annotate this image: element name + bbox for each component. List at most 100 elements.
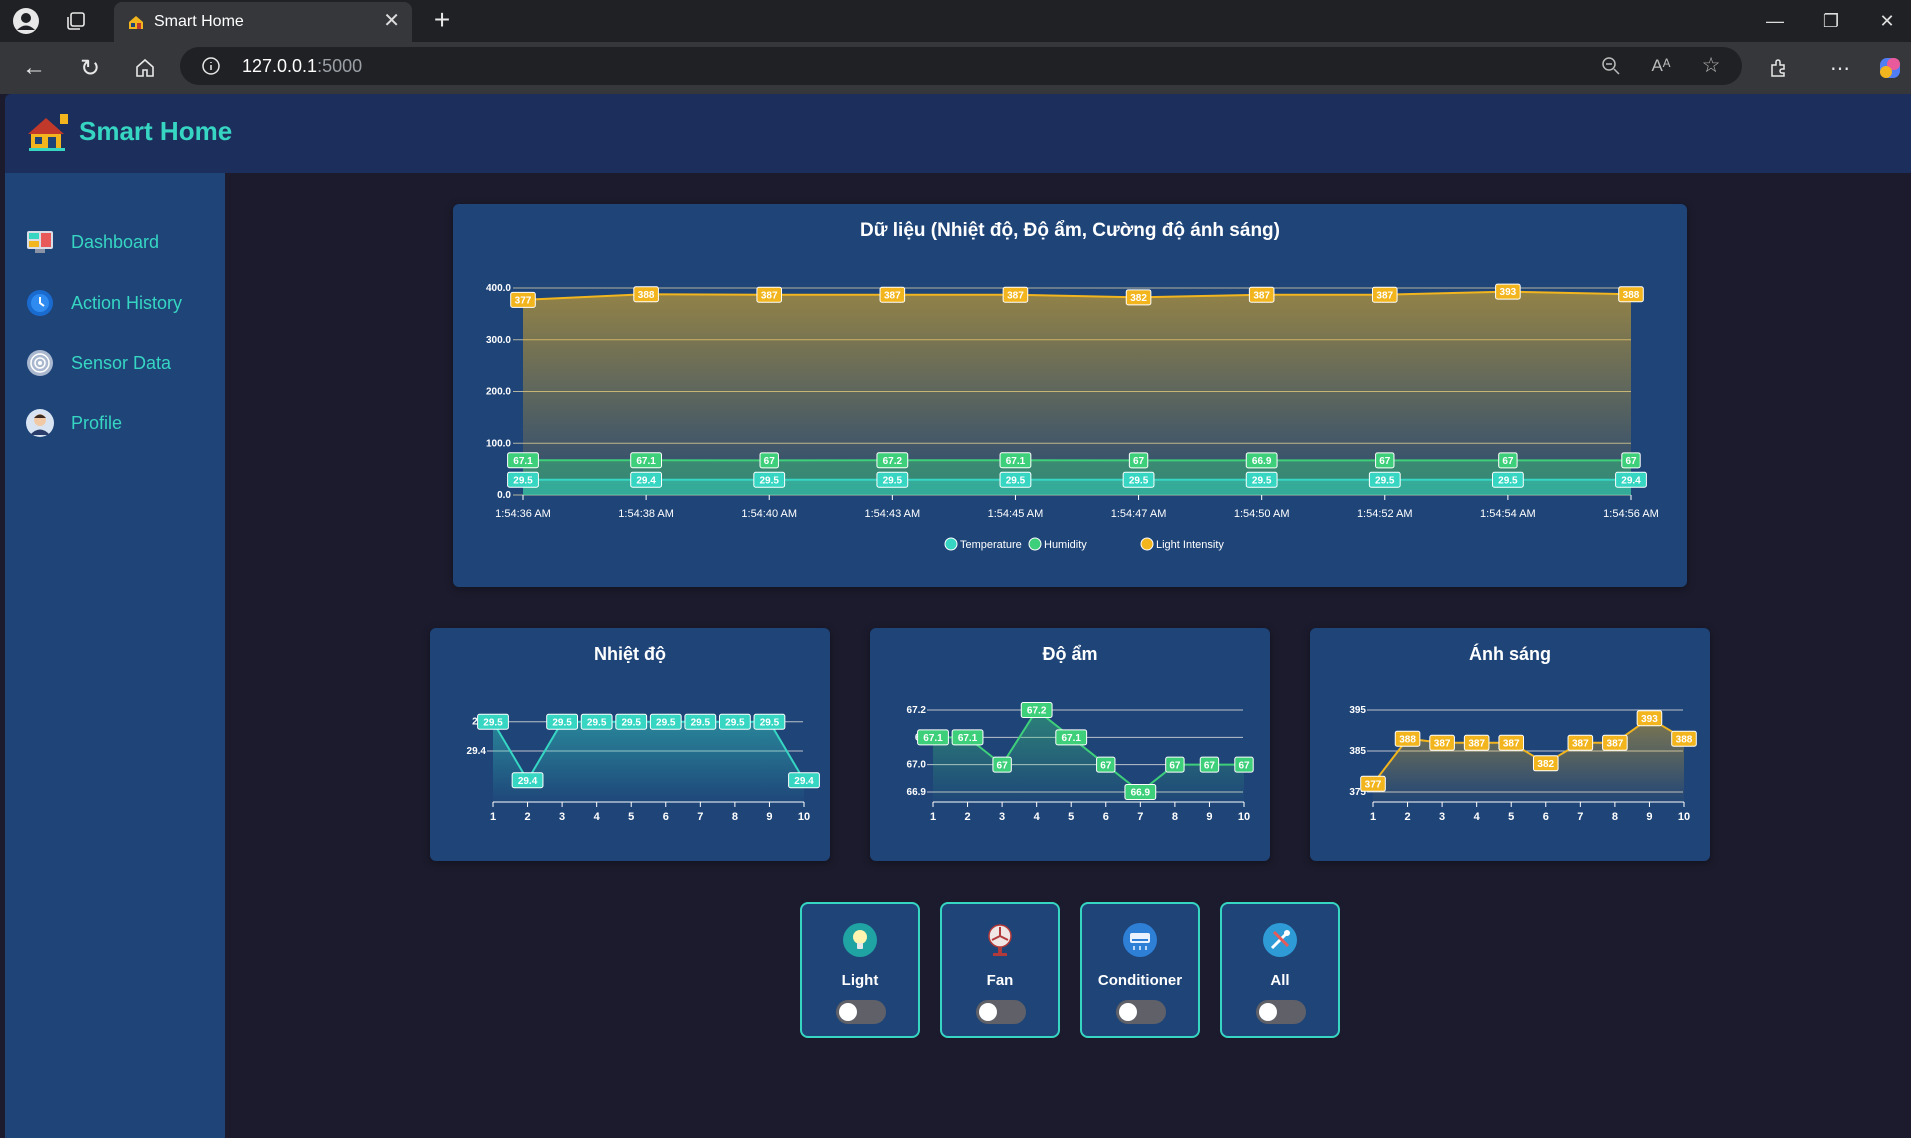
legend-marker: [1140, 537, 1154, 551]
combined-sensor-chart: 0.0 100.0 200.0 300.0 400.0 1:54:36 AM 1:54:38…: [486, 283, 1659, 551]
data-label: 67: [1238, 760, 1250, 771]
dashboard-icon: [25, 227, 55, 257]
x-tick-label: 5: [1068, 811, 1074, 823]
x-tick-label: 2: [524, 811, 530, 823]
device-label: Light: [841, 972, 879, 989]
home-icon[interactable]: [131, 54, 159, 82]
legend-label: Light Intensity: [1156, 539, 1224, 551]
data-label: 377: [1365, 779, 1382, 790]
browser-tab-bar: Smart Home ✕ + — ❐ ✕: [0, 0, 1911, 42]
browser-nav-bar: ← ↻ 127.0.0.1:5000 Aᴬ ☆ ⋯: [0, 42, 1911, 94]
legend-marker: [944, 537, 958, 551]
y-tick-label: 300.0: [486, 335, 511, 346]
sidebar-item-action-history[interactable]: Action History: [25, 286, 225, 320]
y-tick-label: 66.9: [907, 787, 927, 798]
x-tick-label: 3: [999, 811, 1005, 823]
data-label: 388: [1399, 734, 1416, 745]
data-label-2: 387: [1007, 290, 1024, 301]
data-label-0: 29.5: [1006, 475, 1026, 486]
restore-icon[interactable]: ❐: [1803, 0, 1859, 42]
data-label-2: 387: [1253, 290, 1270, 301]
y-tick-label: 395: [1349, 705, 1366, 716]
fan-toggle[interactable]: [976, 1000, 1026, 1024]
data-label: 67: [997, 760, 1009, 771]
all-toggle[interactable]: [1256, 1000, 1306, 1024]
conditioner-toggle[interactable]: [1116, 1000, 1166, 1024]
copilot-icon[interactable]: [1876, 54, 1904, 82]
device-card-all: All: [1220, 902, 1340, 1038]
sidebar-item-sensor-data[interactable]: Sensor Data: [25, 346, 225, 380]
zoom-out-icon[interactable]: [1600, 55, 1622, 77]
site-info-icon[interactable]: [200, 55, 222, 77]
x-tick-label: 6: [663, 811, 669, 823]
data-label-2: 388: [1623, 290, 1640, 301]
x-tick-label: 1:54:38 AM: [618, 508, 674, 520]
y-tick-label: 67.0: [907, 760, 927, 771]
data-label: 29.5: [656, 717, 676, 728]
device-label: All: [1270, 972, 1290, 989]
smart-home-logo-icon: [27, 112, 69, 154]
close-window-icon[interactable]: ✕: [1859, 0, 1911, 42]
data-label: 67: [1204, 760, 1216, 771]
data-label: 387: [1572, 738, 1589, 749]
data-label: 29.4: [518, 776, 538, 787]
data-label: 29.5: [621, 717, 641, 728]
x-tick-label: 9: [1206, 811, 1212, 823]
x-tick-label: 1:54:36 AM: [495, 508, 551, 520]
series-area: [493, 721, 804, 802]
series-area: [1373, 718, 1684, 802]
legend-marker: [1028, 537, 1042, 551]
data-label-1: 67.1: [1006, 456, 1026, 467]
data-label-1: 67: [764, 456, 776, 467]
air-conditioner-icon: [1122, 922, 1158, 958]
data-label-0: 29.5: [1498, 475, 1518, 486]
workspaces-icon[interactable]: [64, 9, 88, 33]
sidebar-item-label: Sensor Data: [71, 352, 172, 373]
data-label-2: 393: [1500, 287, 1517, 298]
sensor-icon: [25, 348, 55, 378]
reload-icon[interactable]: ↻: [76, 54, 104, 82]
data-label: 67: [1169, 760, 1181, 771]
x-tick-label: 1:54:54 AM: [1480, 508, 1536, 520]
y-tick-label: 0.0: [497, 490, 511, 501]
sidebar-item-profile[interactable]: Profile: [25, 406, 225, 440]
y-tick-label: 100.0: [486, 438, 511, 449]
data-label: 382: [1537, 759, 1554, 770]
minimize-icon[interactable]: —: [1747, 0, 1803, 42]
humidity-chart-card: Độ ẩm 66.967.06767.21234567891067.167.16…: [870, 628, 1270, 861]
data-label: 29.4: [794, 776, 814, 787]
x-tick-label: 4: [594, 811, 601, 823]
light-toggle[interactable]: [836, 1000, 886, 1024]
data-label: 388: [1676, 734, 1693, 745]
toggle-knob: [1259, 1003, 1277, 1021]
history-icon: [25, 288, 55, 318]
device-label: Fan: [986, 972, 1014, 989]
read-aloud-icon[interactable]: Aᴬ: [1650, 55, 1672, 77]
extensions-icon[interactable]: [1765, 54, 1793, 82]
x-tick-label: 4: [1474, 811, 1481, 823]
data-label-0: 29.5: [513, 475, 533, 486]
back-icon[interactable]: ←: [20, 54, 48, 82]
x-tick-label: 8: [732, 811, 738, 823]
data-label: 67: [1100, 760, 1112, 771]
favorite-icon[interactable]: ☆: [1700, 54, 1722, 77]
more-menu-icon[interactable]: ⋯: [1826, 54, 1854, 82]
x-tick-label: 5: [1508, 811, 1514, 823]
data-label: 387: [1434, 738, 1451, 749]
x-tick-label: 6: [1543, 811, 1549, 823]
toggle-knob: [979, 1003, 997, 1021]
sidebar-item-dashboard[interactable]: Dashboard: [25, 225, 225, 259]
device-label: Conditioner: [1097, 972, 1183, 989]
x-tick-label: 10: [1678, 811, 1690, 823]
x-tick-label: 4: [1034, 811, 1041, 823]
address-bar[interactable]: 127.0.0.1:5000 Aᴬ ☆: [180, 47, 1742, 85]
new-tab-button[interactable]: +: [428, 4, 456, 35]
x-tick-label: 1: [930, 811, 936, 823]
house-icon: [128, 14, 144, 30]
tab-close-icon[interactable]: ✕: [383, 10, 400, 32]
data-label: 387: [1503, 738, 1520, 749]
x-tick-label: 7: [697, 811, 703, 823]
browser-tab[interactable]: Smart Home ✕: [114, 2, 412, 42]
browser-profile-icon[interactable]: [12, 7, 40, 35]
x-tick-label: 1:54:43 AM: [865, 508, 921, 520]
